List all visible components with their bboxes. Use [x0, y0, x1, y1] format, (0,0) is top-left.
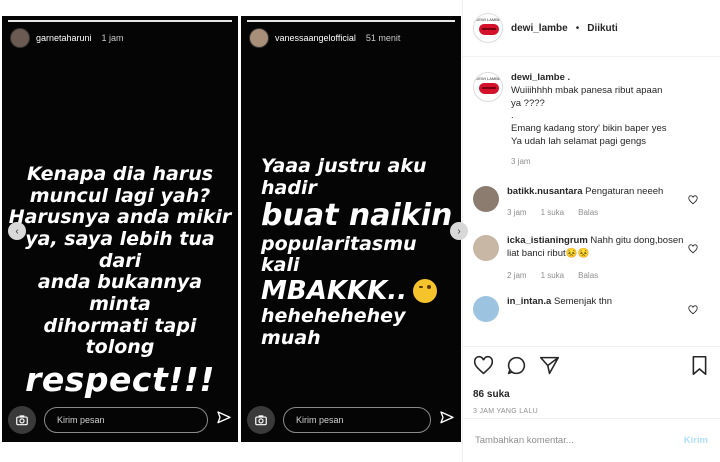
avatar[interactable] — [473, 235, 499, 262]
heart-icon[interactable] — [688, 241, 698, 259]
lips-logo-icon — [479, 83, 499, 94]
story-text-line: dihormati tapi tolong — [43, 314, 197, 359]
story-username: garnetaharuni — [36, 33, 92, 43]
avatar[interactable] — [473, 185, 499, 212]
caption-line: ya ???? — [511, 97, 545, 109]
media-area: garnetaharuni 1 jam Kenapa dia harus mun… — [0, 0, 462, 462]
comment-input[interactable]: Tambahkan komentar... — [475, 435, 684, 446]
list-item: batikk.nusantara Pengaturan neeeh 3 jam … — [463, 185, 720, 220]
story-text: Yaaa justru aku hadir buat naikin popula… — [241, 155, 461, 350]
story-text-line: ya, saya lebih tua dari — [25, 227, 215, 272]
story-text-emphasis: MBAKKK.. — [261, 275, 408, 306]
camera-icon[interactable] — [8, 406, 36, 434]
story-text-line: MBAKKK.. — [261, 275, 461, 307]
share-icon[interactable] — [539, 355, 560, 381]
caption-line: Wuiiihhhh mbak panesa ribut apaan — [511, 84, 663, 96]
story-time: 1 jam — [101, 33, 124, 43]
caption-time: 3 jam — [511, 156, 531, 166]
logo-text: DEWI LAMBE — [475, 76, 501, 81]
post-comment-button[interactable]: Kirim — [684, 435, 708, 446]
story-progress-bar — [247, 20, 455, 22]
story-footer: Kirim pesan — [8, 406, 232, 434]
post-timestamp: 3 JAM YANG LALU — [473, 408, 538, 415]
avatar[interactable]: DEWI LAMBE — [473, 72, 503, 102]
lips-logo-icon — [479, 24, 499, 35]
avatar — [10, 28, 30, 48]
comment-likes[interactable]: 1 suka — [541, 208, 565, 219]
comment-text: Pengaturan neeeh — [585, 185, 664, 197]
camera-icon[interactable] — [247, 406, 275, 434]
caption-line: . — [511, 110, 514, 122]
send-icon[interactable] — [216, 410, 232, 431]
story-text-emphasis: respect!!! — [25, 359, 215, 399]
separator-dot: • — [575, 22, 580, 34]
follow-status[interactable]: Diikuti — [587, 23, 618, 34]
story-text-line: hehehehehey muah — [261, 305, 406, 350]
wink-emoji-icon — [413, 279, 438, 304]
story-username: vanessaangelofficial — [275, 33, 356, 43]
comment-username[interactable]: icka_istianingrum — [507, 235, 588, 246]
story-text-line: anda bukannya minta — [37, 271, 203, 315]
comment-username[interactable]: in_intan.a — [507, 296, 551, 307]
story-footer: Kirim pesan — [247, 406, 455, 434]
list-item: icka_istianingrum Nahh gitu dong,bosen l… — [463, 235, 720, 281]
post-username[interactable]: dewi_lambe — [511, 23, 568, 34]
post-caption: DEWI LAMBE dewi_lambe . Wuiiihhhh mbak p… — [463, 58, 720, 168]
reply-button[interactable]: Balas — [578, 208, 598, 219]
story-text-line: Yaaa justru aku hadir — [261, 155, 427, 199]
message-input[interactable]: Kirim pesan — [44, 407, 208, 433]
reply-button[interactable]: Balas — [578, 271, 598, 282]
story-text-line: Kenapa dia harus — [26, 163, 214, 185]
send-icon[interactable] — [439, 410, 455, 431]
story-text-line: muncul lagi yah? — [29, 184, 211, 207]
comment-time: 2 jam — [507, 270, 527, 280]
heart-icon[interactable] — [688, 192, 698, 210]
caption-username[interactable]: dewi_lambe . — [511, 72, 666, 85]
story-progress-bar — [8, 20, 232, 22]
heart-icon[interactable] — [688, 302, 698, 320]
logo-text: DEWI LAMBE — [475, 17, 501, 22]
chevron-right-icon[interactable]: › — [450, 222, 468, 240]
story-header: garnetaharuni 1 jam — [10, 28, 124, 48]
story-time: 51 menit — [365, 33, 401, 43]
message-input[interactable]: Kirim pesan — [283, 407, 431, 433]
story-screenshot-left: garnetaharuni 1 jam Kenapa dia harus mun… — [2, 16, 238, 442]
caption-line: Ya udah lah selamat pagi gengs — [511, 136, 647, 148]
add-comment-bar: Tambahkan komentar... Kirim — [463, 418, 720, 462]
comment-time: 3 jam — [507, 208, 527, 218]
heart-icon[interactable] — [473, 355, 494, 381]
avatar — [249, 28, 269, 48]
caption-line: Emang kadang story' bikin baper yes — [511, 123, 667, 135]
comment-username[interactable]: batikk.nusantara — [507, 186, 583, 197]
avatar[interactable]: DEWI LAMBE — [473, 13, 503, 43]
list-item: in_intan.a Semenjak thn — [463, 295, 720, 322]
story-text-line: buat naikin — [261, 198, 453, 234]
bookmark-icon[interactable] — [689, 355, 710, 381]
avatar[interactable] — [473, 295, 499, 322]
chevron-left-icon[interactable]: ‹ — [8, 222, 26, 240]
likes-count[interactable]: 86 suka — [473, 389, 710, 400]
story-screenshot-right: vanessaangelofficial 51 menit Yaaa justr… — [241, 16, 461, 442]
story-header: vanessaangelofficial 51 menit — [249, 28, 400, 48]
story-text-line: Harusnya anda mikir — [8, 206, 232, 229]
story-text: Kenapa dia harus muncul lagi yah? Harusn… — [6, 163, 234, 399]
comment-text: Semenjak thn — [553, 295, 613, 307]
comment-likes[interactable]: 1 suka — [541, 271, 565, 282]
post-actions: 86 suka 3 JAM YANG LALU — [463, 346, 720, 415]
comment-icon[interactable] — [506, 355, 527, 381]
comments-section[interactable]: DEWI LAMBE dewi_lambe . Wuiiihhhh mbak p… — [463, 58, 720, 346]
post-panel: DEWI LAMBE dewi_lambe • Diikuti DEWI LAM… — [462, 0, 720, 462]
post-header: DEWI LAMBE dewi_lambe • Diikuti — [463, 0, 720, 57]
story-text-line: popularitasmu kali — [261, 232, 417, 277]
